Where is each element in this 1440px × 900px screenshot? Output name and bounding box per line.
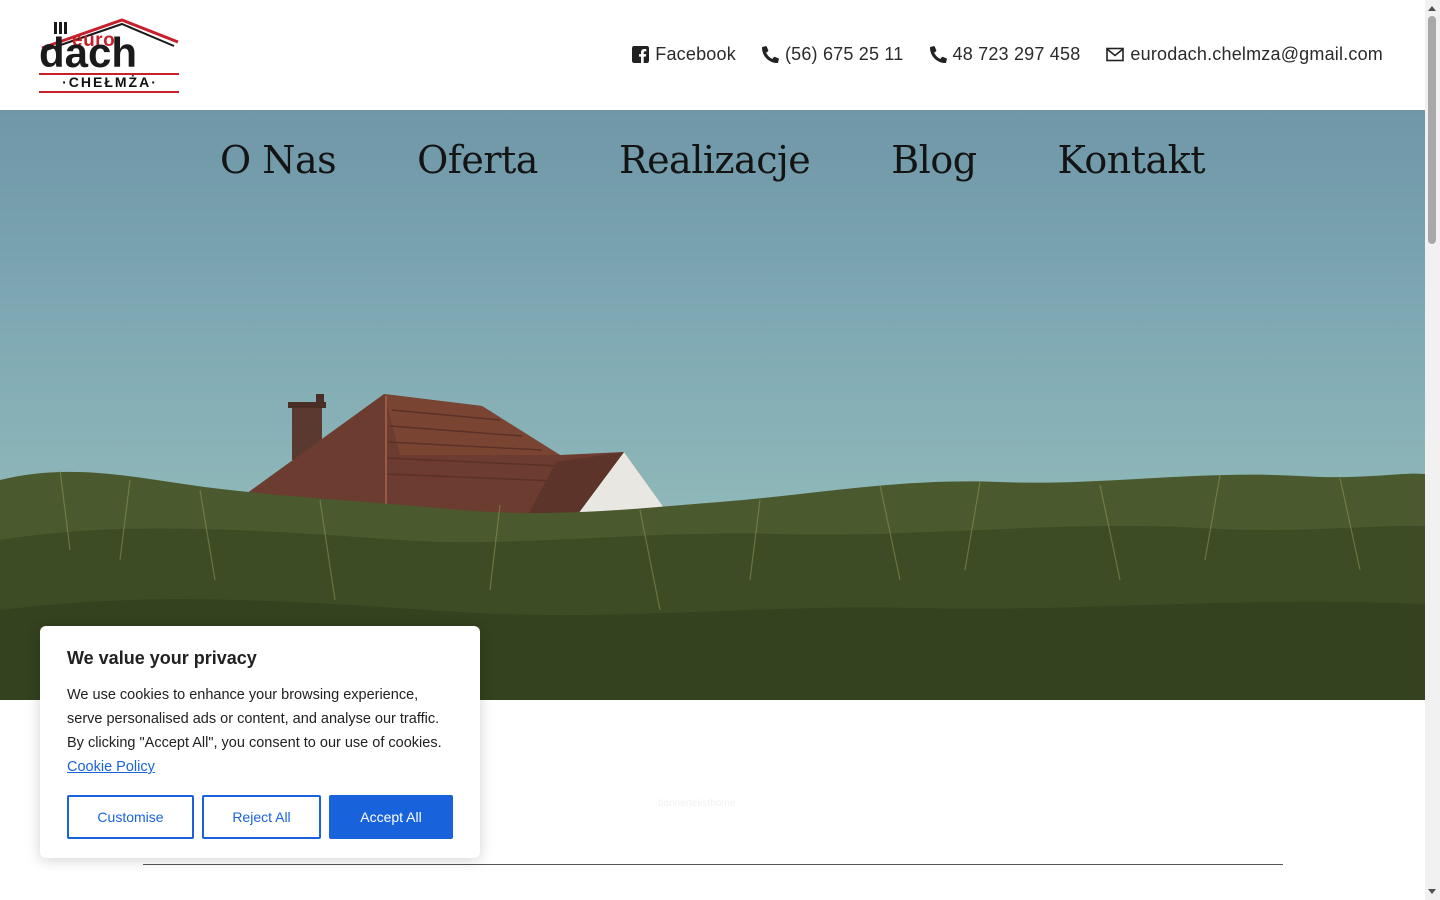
cookie-banner-buttons: Customise Reject All Accept All [67,795,453,839]
envelope-icon [1106,47,1125,62]
nav-item-o-nas[interactable]: O Nas [220,138,337,182]
cookie-banner-title: We value your privacy [67,648,257,668]
phone-link-landline[interactable]: (56) 675 25 11 [761,44,904,65]
nav-item-realizacje[interactable]: Realizacje [619,138,811,182]
nav-item-blog[interactable]: Blog [891,138,977,182]
site-header: euro dach ·CHEŁMŻA· Facebook (56) 675 25… [0,0,1425,110]
logo-divider [39,91,179,93]
phone-icon [761,46,779,63]
facebook-square-icon [632,46,650,63]
eurodach-logo[interactable]: euro dach ·CHEŁMŻA· [38,16,182,94]
main-navigation: O Nas Oferta Realizacje Blog Kontakt [0,138,1425,182]
cookie-banner-body: We use cookies to enhance your browsing … [67,683,453,779]
accept-all-button[interactable]: Accept All [329,795,453,839]
customise-button[interactable]: Customise [67,795,194,839]
logo-city-text: ·CHEŁMŻA· [62,74,158,90]
section-divider [143,864,1283,865]
cookie-policy-link[interactable]: Cookie Policy [67,759,155,775]
hero-banner: O Nas Oferta Realizacje Blog Kontakt [0,110,1425,700]
email-link[interactable]: eurodach.chelmza@gmail.com [1106,44,1383,65]
cookie-banner-text: We use cookies to enhance your browsing … [67,687,442,751]
nav-item-oferta[interactable]: Oferta [417,138,538,182]
scroll-up-arrow-icon[interactable] [1428,6,1436,11]
faint-banner-text: bannerteksthome [658,798,736,809]
nav-item-kontakt[interactable]: Kontakt [1058,138,1206,182]
phone-link-mobile[interactable]: 48 723 297 458 [929,44,1081,65]
scroll-down-arrow-icon[interactable] [1428,889,1436,894]
header-contacts: Facebook (56) 675 25 11 48 723 297 458 e… [632,44,1383,65]
facebook-label: Facebook [655,44,736,64]
reject-all-button[interactable]: Reject All [202,795,321,839]
email-label: eurodach.chelmza@gmail.com [1130,44,1383,64]
logo-dach-text: dach [39,29,138,76]
phone-label-mobile: 48 723 297 458 [952,44,1081,64]
house-in-dunes-image [0,394,1425,700]
facebook-link[interactable]: Facebook [632,44,736,65]
cookie-consent-banner: We value your privacy We use cookies to … [40,626,480,858]
page-scrollbar[interactable] [1425,0,1440,900]
phone-label-landline: (56) 675 25 11 [784,44,904,64]
scrollbar-thumb[interactable] [1428,16,1436,244]
phone-icon [929,46,947,63]
